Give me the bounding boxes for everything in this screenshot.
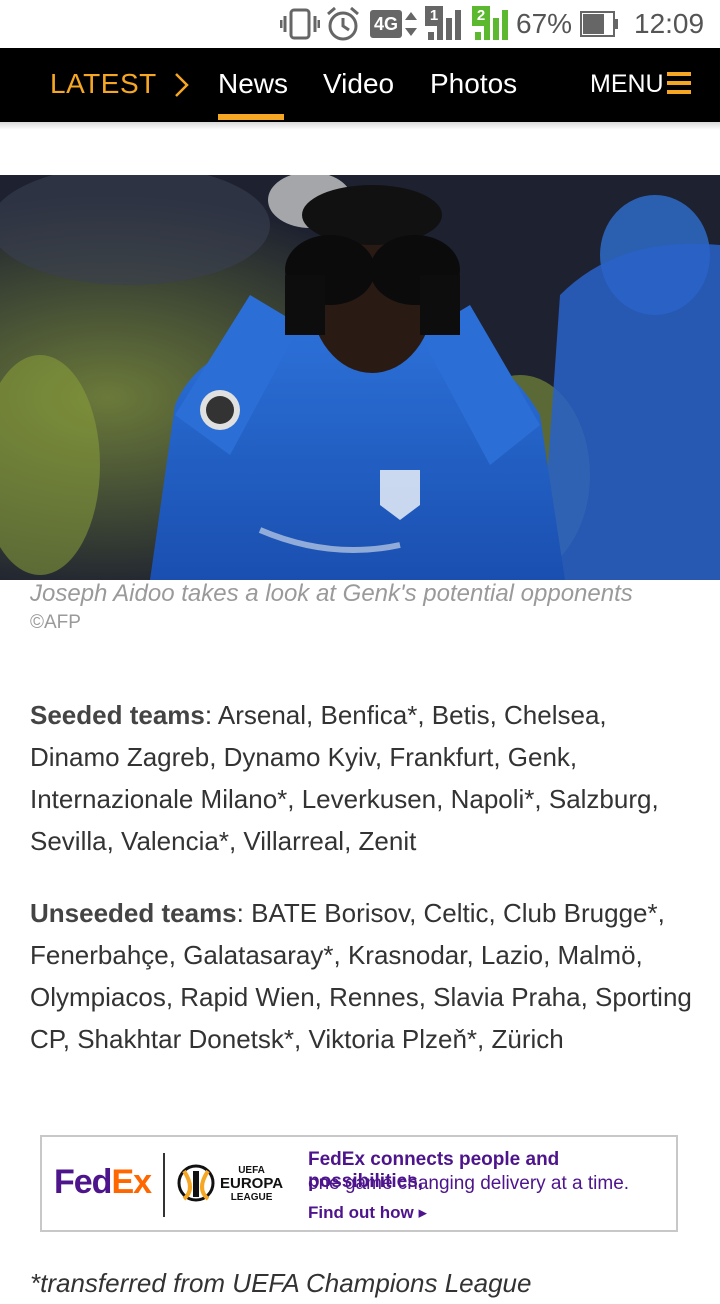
hero-image[interactable]: [0, 175, 720, 580]
signal-sim2-icon: [475, 10, 508, 40]
clock: 12:09: [634, 8, 705, 39]
alarm-icon: [327, 6, 359, 41]
seeded-teams-paragraph: Seeded teams: Arsenal, Benfica*, Betis, …: [30, 694, 698, 862]
tab-news[interactable]: News: [218, 68, 288, 100]
unseeded-teams-label: Unseeded teams: [30, 898, 237, 928]
status-bar: 4G 1 2 67% 12:09: [0, 0, 720, 48]
ad-divider: [163, 1153, 165, 1217]
europa-league-wordmark: UEFA EUROPA LEAGUE: [220, 1165, 284, 1203]
footnote: *transferred from UEFA Champions League: [30, 1268, 532, 1298]
battery-icon: [580, 11, 618, 37]
nav-latest[interactable]: LATEST: [50, 68, 157, 100]
menu-button[interactable]: MENU: [590, 70, 664, 99]
hero-photo-illustration: [0, 175, 720, 580]
active-tab-indicator: [218, 114, 284, 120]
header-shadow: [0, 122, 720, 130]
tab-video[interactable]: Video: [323, 68, 394, 100]
signal-sim1-icon: [428, 10, 461, 40]
ad-subline: one game changing delivery at a time.: [308, 1173, 630, 1194]
seeded-teams-label: Seeded teams: [30, 700, 205, 730]
unseeded-teams-paragraph: Unseeded teams: BATE Borisov, Celtic, Cl…: [30, 892, 698, 1060]
chevron-right-icon: [175, 73, 189, 97]
fedex-logo: FedEx: [54, 1163, 152, 1201]
hamburger-menu-icon[interactable]: [666, 70, 692, 96]
fedex-ad-banner[interactable]: FedEx UEFA EUROPA LEAGUE FedEx connects …: [40, 1135, 678, 1232]
battery-percent: 67%: [516, 8, 573, 39]
tab-photos[interactable]: Photos: [430, 68, 517, 100]
image-caption: Joseph Aidoo takes a look at Genk's pote…: [30, 580, 633, 607]
image-credit: ©AFP: [30, 612, 81, 633]
data-arrows-icon: [405, 12, 417, 36]
vibrate-icon: [280, 8, 320, 40]
ad-find-out-link[interactable]: Find out how ▸: [308, 1203, 427, 1223]
network-4g-icon: 4G: [370, 10, 402, 38]
europa-league-trophy-icon: [177, 1164, 215, 1202]
top-nav: LATEST News Video Photos MENU: [0, 48, 720, 122]
